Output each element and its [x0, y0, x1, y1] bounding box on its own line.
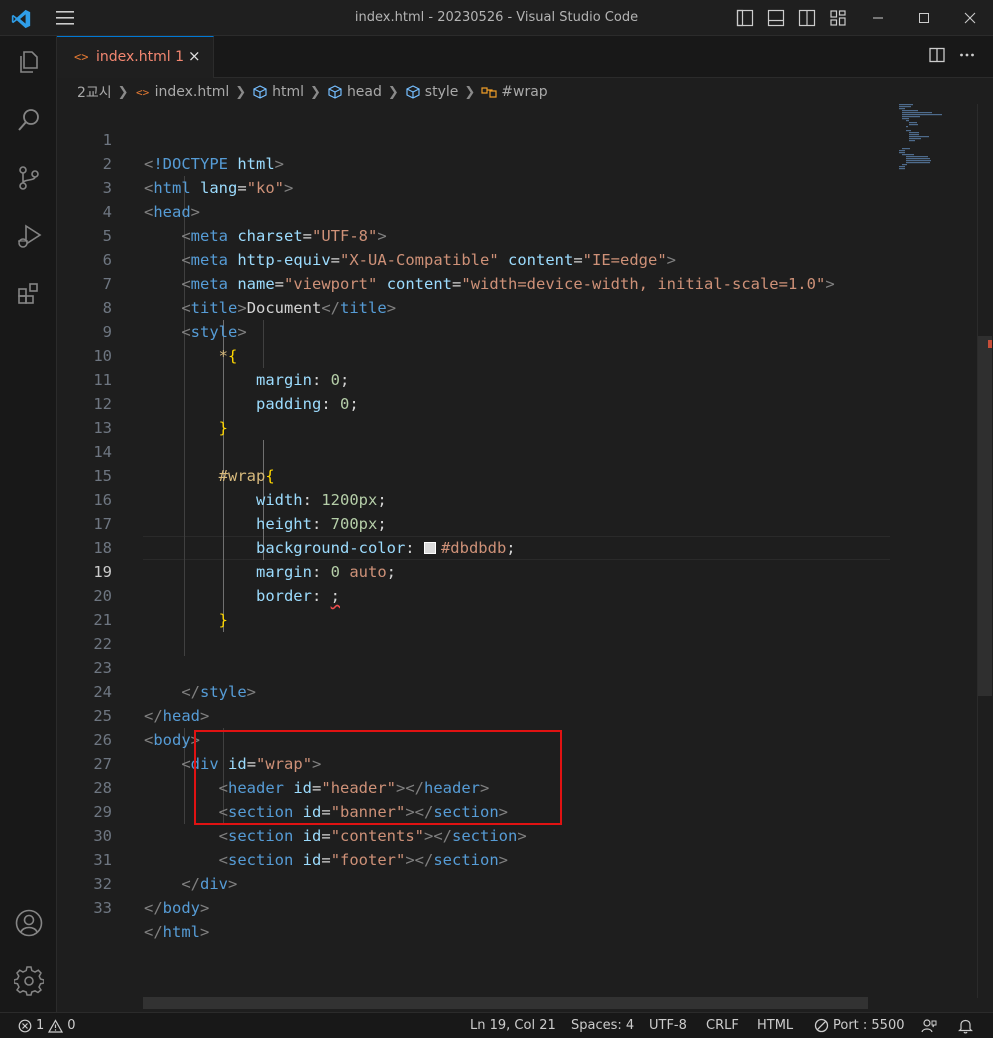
css-selector-icon [481, 84, 497, 100]
chevron-right-icon: ❯ [235, 84, 247, 100]
code-line: 24 </head> [93, 683, 210, 725]
code-line: 6 <meta name="viewport" content="width=d… [102, 251, 835, 293]
code-line: 18 margin: 0 auto; [93, 539, 397, 581]
status-bar: 1 0 Ln 19, Col 21 Spaces: 4 UTF-8 CRLF H… [0, 1012, 993, 1038]
toggle-primary-sidebar-icon[interactable] [736, 9, 754, 27]
problems-indicator[interactable]: 1 0 [18, 1018, 76, 1033]
notifications-bell-icon[interactable] [958, 1018, 973, 1034]
code-line: 22 [93, 635, 112, 653]
chevron-right-icon: ❯ [387, 84, 399, 100]
explorer-icon[interactable] [13, 46, 45, 78]
element-cube-icon [252, 84, 268, 100]
breadcrumb-folder[interactable]: 2교시 [77, 82, 112, 102]
code-editor[interactable]: 1 <!DOCTYPE html> 2 <html lang="ko"> 3 <… [57, 104, 977, 941]
code-line: 20 } [93, 587, 228, 629]
accounts-icon[interactable] [13, 907, 45, 939]
code-line-active: 19 border: ; [93, 563, 340, 605]
breadcrumb-label: style [424, 84, 459, 100]
circle-slash-icon [814, 1018, 829, 1033]
vertical-scrollbar[interactable] [977, 104, 992, 998]
code-line: 16 height: 700px; [93, 491, 387, 533]
tab-index-html[interactable]: <> index.html 1 × [57, 36, 214, 78]
breadcrumb-file-label: index.html [154, 84, 230, 100]
error-marker [988, 340, 992, 348]
element-cube-icon [405, 84, 421, 100]
breadcrumb-label: html [272, 84, 305, 100]
chevron-right-icon: ❯ [464, 84, 476, 100]
code-line: 1 <!DOCTYPE html> [102, 131, 285, 173]
title-bar: index.html - 20230526 - Visual Studio Co… [0, 0, 993, 36]
code-line: 26 <div id="wrap"> [93, 731, 322, 773]
code-line: 3 <head> [102, 179, 201, 221]
extensions-icon[interactable] [13, 278, 45, 310]
live-server-port[interactable]: Port : 5500 [814, 1018, 905, 1033]
activity-bar [0, 36, 57, 1012]
code-line: 25 <body> [93, 707, 201, 749]
indentation[interactable]: Spaces: 4 [571, 1018, 634, 1033]
chevron-right-icon: ❯ [117, 84, 129, 100]
encoding[interactable]: UTF-8 [649, 1018, 687, 1033]
breadcrumb-file[interactable]: <> index.html [135, 84, 230, 100]
search-icon[interactable] [13, 104, 45, 136]
minimap[interactable] [897, 104, 957, 174]
code-line: 12 } [93, 395, 228, 437]
tab-label: index.html 1 [96, 49, 184, 65]
html-file-icon: <> [74, 50, 89, 64]
warning-icon [48, 1018, 64, 1033]
breadcrumb-item-style[interactable]: style [405, 84, 459, 100]
tab-bar: <> index.html 1 × [57, 36, 993, 78]
code-line: 9 *{ [102, 323, 238, 365]
breadcrumb-item-wrap[interactable]: #wrap [481, 84, 548, 100]
maximize-icon[interactable] [901, 0, 947, 36]
split-editor-icon[interactable] [929, 47, 945, 67]
language-mode[interactable]: HTML [757, 1018, 793, 1033]
error-icon [18, 1019, 32, 1032]
code-line: 4 <meta charset="UTF-8"> [102, 203, 387, 245]
code-line: 11 padding: 0; [93, 371, 359, 413]
cursor-position[interactable]: Ln 19, Col 21 [470, 1018, 556, 1033]
code-line: 17 background-color: #dbdbdb; [93, 515, 516, 557]
code-line: 8 <style> [102, 299, 247, 341]
toggle-secondary-sidebar-icon[interactable] [798, 9, 816, 27]
code-line: 13 [93, 419, 112, 437]
code-line: 2 <html lang="ko"> [102, 155, 294, 197]
code-line: 10 margin: 0; [93, 347, 350, 389]
customize-layout-icon[interactable] [829, 9, 847, 27]
code-line: 5 <meta http-equiv="X-UA-Compatible" con… [102, 227, 677, 269]
warning-count: 0 [67, 1018, 76, 1033]
run-debug-icon[interactable] [13, 220, 45, 252]
element-cube-icon [327, 84, 343, 100]
scrollbar-thumb[interactable] [978, 336, 992, 696]
breadcrumb-label: #wrap [501, 84, 548, 100]
code-line: 14 #wrap{ [93, 443, 275, 485]
toggle-panel-icon[interactable] [767, 9, 785, 27]
minimize-icon[interactable] [855, 0, 901, 36]
source-control-icon[interactable] [13, 162, 45, 194]
breadcrumb-item-html[interactable]: html [252, 84, 304, 100]
html-file-icon: <> [135, 85, 150, 99]
feedback-icon[interactable] [921, 1018, 937, 1034]
breadcrumb: 2교시 ❯ <> index.html ❯ html ❯ head ❯ styl… [77, 82, 548, 102]
code-line: 7 <title>Document</title> [102, 275, 397, 317]
more-actions-icon[interactable] [959, 47, 975, 67]
tab-close-icon[interactable]: × [188, 47, 201, 65]
end-of-line[interactable]: CRLF [706, 1018, 739, 1033]
breadcrumb-item-head[interactable]: head [327, 84, 382, 100]
error-count: 1 [36, 1018, 45, 1033]
code-line: 32 </body> [93, 875, 210, 917]
horizontal-scrollbar[interactable] [143, 997, 868, 1009]
code-line: 23 </style> [93, 659, 257, 701]
port-label: Port : 5500 [833, 1018, 905, 1033]
close-window-icon[interactable] [947, 0, 993, 36]
code-line: 15 width: 1200px; [93, 467, 387, 509]
code-line: 21 [93, 611, 112, 629]
breadcrumb-label: head [346, 84, 382, 100]
chevron-right-icon: ❯ [310, 84, 321, 100]
annotation-highlight-box [194, 730, 562, 825]
settings-gear-icon[interactable] [13, 965, 45, 997]
code-line: 31 </div> [93, 851, 238, 893]
code-line: 33 </html> [93, 899, 210, 941]
